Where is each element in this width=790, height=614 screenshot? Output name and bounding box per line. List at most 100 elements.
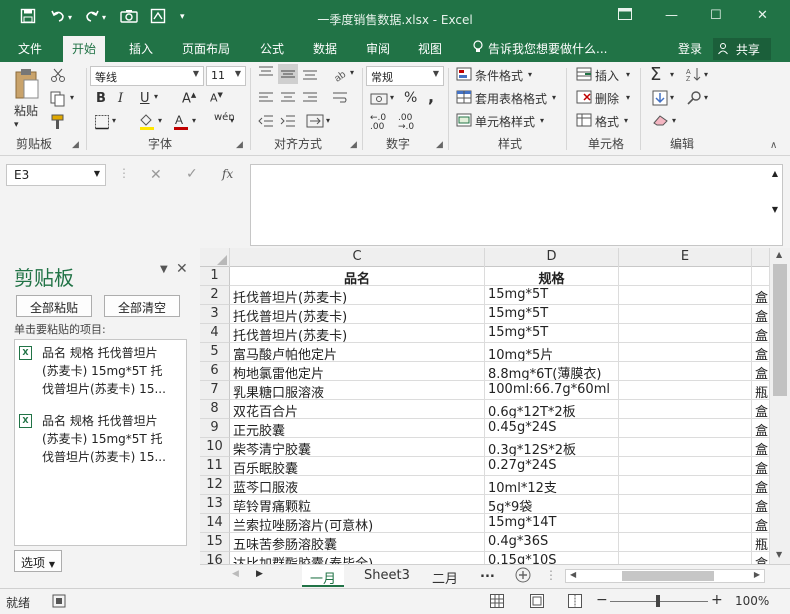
zoom-slider-thumb[interactable] — [656, 595, 660, 607]
cell-f[interactable] — [752, 267, 770, 286]
close-icon[interactable]: ✕ — [176, 261, 188, 277]
cell-product-name[interactable]: 荜铃胃痛颗粒 — [230, 495, 485, 514]
cell-style-dropdown-icon[interactable]: ▾ — [540, 116, 544, 125]
cell-product-name[interactable]: 富马酸卢帕他定片 — [230, 343, 485, 362]
underline-dropdown-icon[interactable]: ▾ — [154, 92, 158, 101]
cell-spec[interactable]: 15mg*5T — [485, 286, 619, 305]
scroll-down-icon[interactable]: ▼ — [776, 550, 782, 559]
scroll-thumb[interactable] — [773, 264, 787, 396]
cell-f[interactable]: 盒 — [752, 305, 770, 324]
font-launcher-icon[interactable]: ◢ — [236, 140, 243, 150]
normal-view-icon[interactable] — [490, 594, 504, 611]
cell-e[interactable] — [619, 514, 752, 533]
cell-e[interactable] — [619, 362, 752, 381]
increase-decimal-icon[interactable]: ←.0.00 — [370, 114, 386, 132]
row-header[interactable]: 11 — [200, 457, 230, 476]
number-format-box[interactable]: 常规 ▼ — [366, 66, 444, 86]
cell-spec[interactable]: 15mg*14T — [485, 514, 619, 533]
copy-icon[interactable] — [50, 91, 66, 111]
cell-product-name[interactable]: 品名 — [230, 267, 485, 286]
tab-file[interactable]: 文件 — [18, 40, 42, 57]
cell-e[interactable] — [619, 400, 752, 419]
tab-home[interactable]: 开始 — [63, 36, 106, 63]
paste-dropdown-icon[interactable]: ▾ — [14, 120, 19, 130]
cell-f[interactable]: 盒 — [752, 324, 770, 343]
cell-product-name[interactable]: 双花百合片 — [230, 400, 485, 419]
row-header[interactable]: 9 — [200, 419, 230, 438]
cell-spec[interactable]: 0.15g*10S — [485, 552, 619, 564]
percent-icon[interactable]: % — [404, 90, 417, 106]
cell-spec[interactable]: 10mg*5片 — [485, 343, 619, 362]
row-header[interactable]: 6 — [200, 362, 230, 381]
share-button[interactable]: 共享 — [713, 38, 771, 60]
clear-dropdown-icon[interactable]: ▾ — [672, 116, 676, 125]
sheet-tab-january[interactable]: 一月 — [302, 565, 345, 587]
cell-e[interactable] — [619, 476, 752, 495]
fill-color-icon[interactable] — [138, 112, 156, 134]
page-layout-view-icon[interactable] — [530, 594, 544, 611]
more-sheets-button[interactable]: ... — [480, 566, 495, 581]
conditional-format-icon[interactable] — [456, 67, 472, 85]
sort-filter-icon[interactable]: AZ — [686, 66, 702, 86]
collapse-formula-icon[interactable]: ▼ — [772, 205, 778, 214]
fill-dropdown-icon[interactable]: ▾ — [670, 93, 674, 102]
row-header[interactable]: 13 — [200, 495, 230, 514]
autosum-dropdown-icon[interactable]: ▾ — [670, 70, 674, 79]
vertical-scrollbar[interactable]: ▲ ▼ — [770, 248, 790, 564]
format-painter-icon[interactable] — [50, 114, 66, 134]
cell-product-name[interactable]: 蓝芩口服液 — [230, 476, 485, 495]
align-top-icon[interactable] — [258, 66, 274, 84]
insert-function-icon[interactable]: fx — [222, 167, 233, 181]
wrap-text-icon[interactable] — [332, 91, 348, 109]
cell-product-name[interactable]: 达比加群酯胶囊(泰毕全) — [230, 552, 485, 564]
tab-formulas[interactable]: 公式 — [260, 40, 284, 57]
cell-e[interactable] — [619, 381, 752, 400]
cell-f[interactable]: 盒 — [752, 495, 770, 514]
cut-icon[interactable] — [50, 68, 66, 86]
row-header[interactable]: 5 — [200, 343, 230, 362]
cell-spec[interactable]: 100ml:66.7g*60ml — [485, 381, 619, 400]
row-header[interactable]: 15 — [200, 533, 230, 552]
close-icon[interactable]: ✕ — [757, 8, 768, 23]
row-header[interactable]: 10 — [200, 438, 230, 457]
find-dropdown-icon[interactable]: ▾ — [704, 93, 708, 102]
clipboard-launcher-icon[interactable]: ◢ — [72, 140, 79, 150]
pane-options-icon[interactable]: ▼ — [160, 264, 168, 275]
sign-in-link[interactable]: 登录 — [678, 40, 702, 57]
cell-e[interactable] — [619, 419, 752, 438]
row-header[interactable]: 2 — [200, 286, 230, 305]
align-middle-icon[interactable] — [278, 64, 298, 84]
delete-cells-button[interactable]: 删除 — [595, 90, 619, 107]
cell-e[interactable] — [619, 457, 752, 476]
cell-spec[interactable]: 15mg*5T — [485, 305, 619, 324]
font-color-dropdown-icon[interactable]: ▾ — [192, 116, 196, 125]
tab-review[interactable]: 审阅 — [366, 40, 390, 57]
paste-label[interactable]: 粘贴 — [14, 102, 38, 119]
insert-cells-icon[interactable] — [576, 67, 592, 85]
cell-product-name[interactable]: 枸地氯雷他定片 — [230, 362, 485, 381]
zoom-in-icon[interactable]: + — [711, 592, 723, 608]
insert-cells-button[interactable]: 插入 — [595, 67, 619, 84]
add-sheet-icon[interactable] — [515, 567, 531, 586]
ribbon-display-icon[interactable] — [618, 8, 632, 24]
cell-spec[interactable]: 0.3g*12S*2板 — [485, 438, 619, 457]
cell-product-name[interactable]: 五味苦参肠溶胶囊 — [230, 533, 485, 552]
row-header[interactable]: 1 — [200, 267, 230, 286]
row-header[interactable]: 12 — [200, 476, 230, 495]
copy-dropdown-icon[interactable]: ▾ — [70, 93, 74, 102]
bold-button[interactable]: B — [96, 91, 106, 106]
align-right-icon[interactable] — [302, 91, 318, 109]
decrease-indent-icon[interactable] — [258, 114, 274, 132]
scroll-right-icon[interactable]: ▶ — [754, 570, 760, 579]
font-name-box[interactable]: 等线 ▼ — [90, 66, 204, 86]
macro-record-icon[interactable] — [52, 594, 66, 611]
cell-e[interactable] — [619, 324, 752, 343]
column-header-e[interactable]: E — [619, 248, 752, 267]
cell-f[interactable]: 瓶 — [752, 533, 770, 552]
expand-formula-icon[interactable]: ▲ — [772, 169, 778, 178]
cell-e[interactable] — [619, 286, 752, 305]
cell-product-name[interactable]: 托伐普坦片(苏麦卡) — [230, 286, 485, 305]
cell-e[interactable] — [619, 533, 752, 552]
clipboard-item[interactable]: X 品名 规格 托伐普坦片 (苏麦卡) 15mg*5T 托 伐普坦片(苏麦卡) … — [19, 412, 185, 466]
sort-dropdown-icon[interactable]: ▾ — [704, 70, 708, 79]
